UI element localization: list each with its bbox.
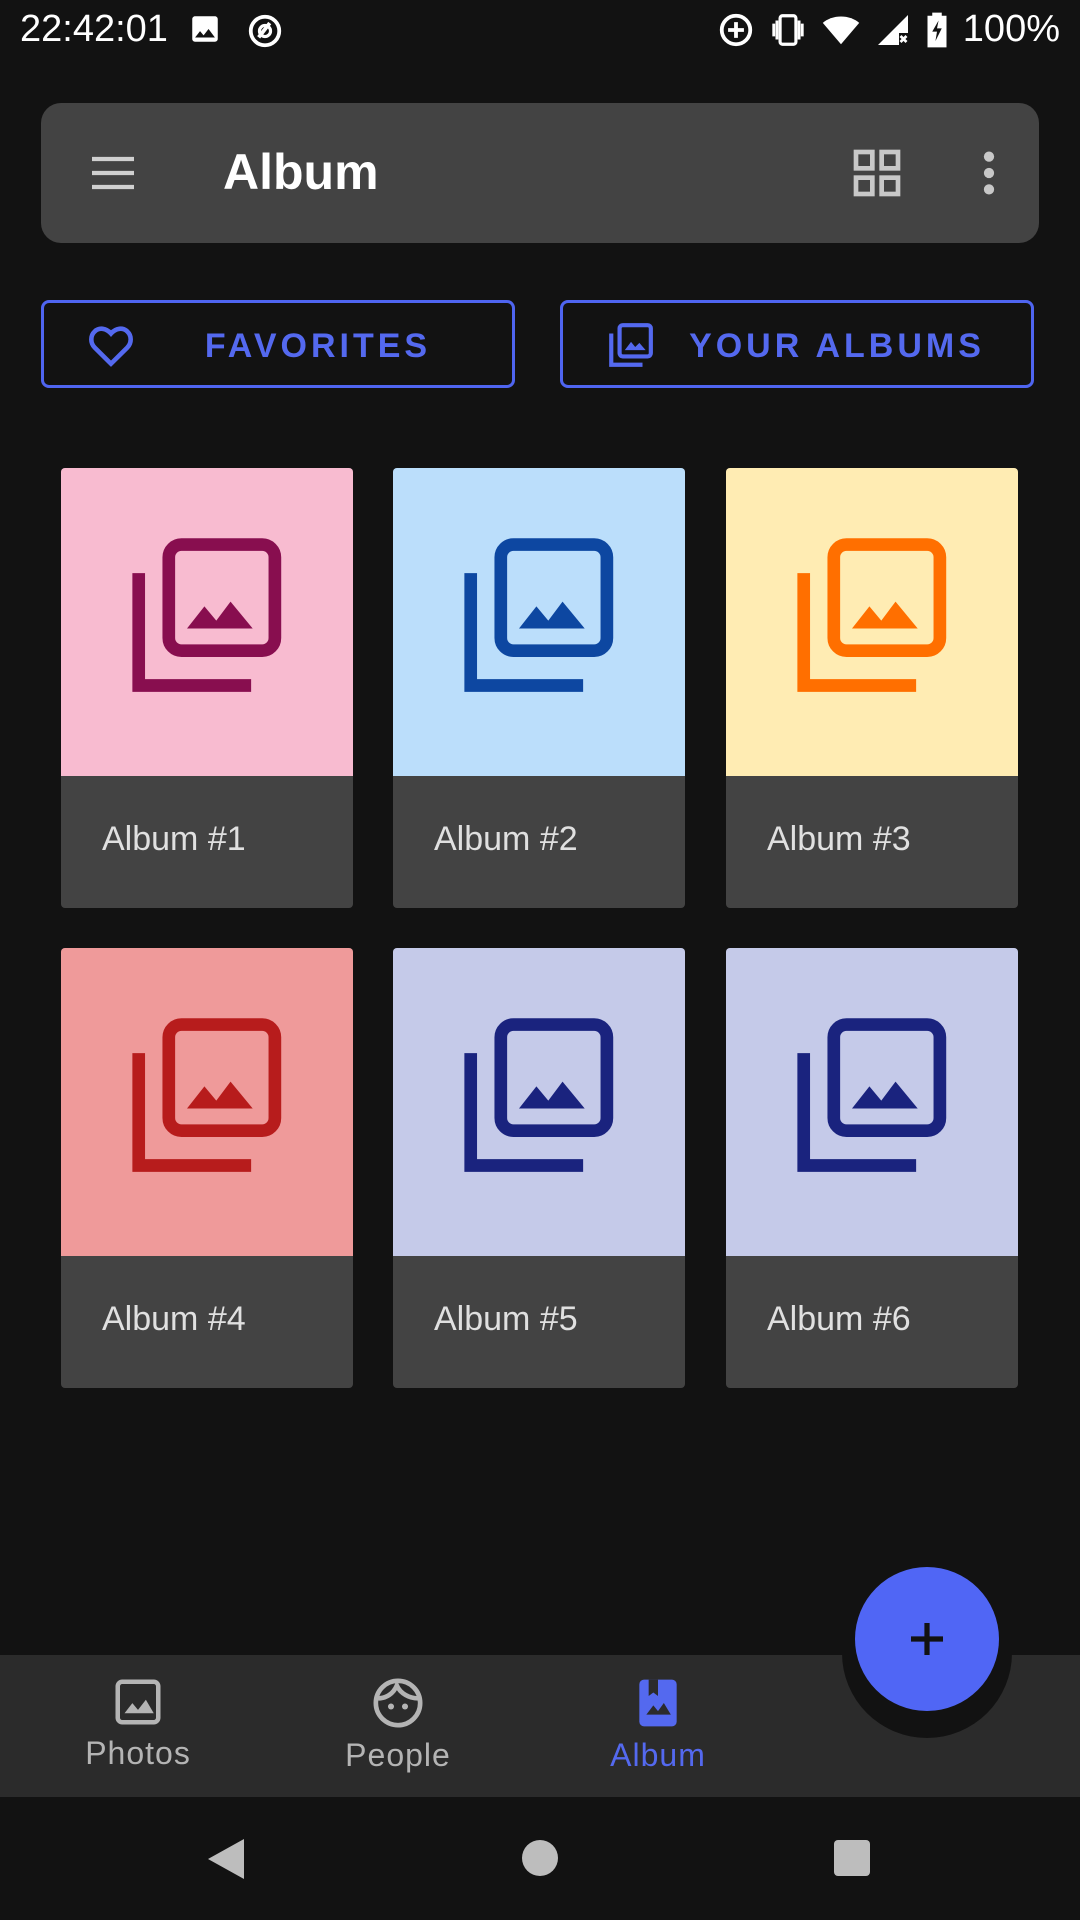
- add-album-fab[interactable]: [855, 1567, 999, 1711]
- status-bar: 22:42:01 100%: [0, 0, 1080, 62]
- photo-library-icon: [797, 538, 947, 692]
- your-albums-button[interactable]: YOUR ALBUMS: [560, 300, 1034, 388]
- nav-item-people[interactable]: People: [298, 1675, 498, 1774]
- menu-icon: [92, 156, 134, 190]
- grid-view-icon: [853, 149, 901, 197]
- vibrate-icon: [772, 13, 804, 46]
- image-icon: [115, 1679, 161, 1725]
- album-title: Album #5: [434, 1300, 578, 1338]
- album-card[interactable]: Album #5: [393, 948, 685, 1388]
- back-icon[interactable]: [204, 1835, 248, 1883]
- album-card[interactable]: Album #1: [61, 468, 353, 908]
- image-notification-icon: [192, 16, 218, 42]
- album-title: Album #6: [767, 1300, 911, 1338]
- album-cover: [393, 468, 685, 776]
- more-vert-icon: [983, 151, 995, 195]
- album-cover: [726, 948, 1018, 1256]
- top-app-bar: Album: [41, 103, 1039, 243]
- album-title: Album #2: [434, 820, 578, 858]
- album-title: Album #3: [767, 820, 911, 858]
- menu-button[interactable]: [85, 145, 141, 201]
- system-status-icons: 100%: [717, 8, 1060, 51]
- cellular-icon: [877, 14, 908, 45]
- nav-item-album[interactable]: Album: [558, 1675, 758, 1774]
- wifi-icon: [822, 16, 860, 44]
- album-cover: [726, 468, 1018, 776]
- favorites-label: FAVORITES: [204, 327, 432, 365]
- photo-library-icon: [464, 538, 614, 692]
- nav-label-photos: Photos: [85, 1735, 191, 1771]
- nav-item-photos[interactable]: Photos: [38, 1675, 238, 1772]
- grid-view-button[interactable]: [849, 145, 905, 201]
- add-icon: [911, 1623, 943, 1655]
- album-card[interactable]: Album #4: [61, 948, 353, 1388]
- favorites-button[interactable]: FAVORITES: [41, 300, 515, 388]
- photo-album-icon: [639, 1679, 677, 1727]
- album-title: Album #1: [102, 820, 246, 858]
- album-card[interactable]: Album #2: [393, 468, 685, 908]
- photo-library-icon: [797, 1018, 947, 1172]
- nav-label-people: People: [345, 1737, 451, 1773]
- album-title: Album #4: [102, 1300, 246, 1338]
- status-time: 22:42:01: [20, 8, 168, 50]
- more-options-button[interactable]: [969, 145, 1009, 201]
- photo-library-icon: [132, 538, 282, 692]
- notification-icons: [188, 12, 284, 50]
- album-cover: [61, 468, 353, 776]
- album-card[interactable]: Album #3: [726, 468, 1018, 908]
- system-navigation-bar: [0, 1797, 1080, 1920]
- face-icon: [373, 1678, 423, 1728]
- album-card[interactable]: Album #6: [726, 948, 1018, 1388]
- page-title: Album: [223, 144, 379, 200]
- data-saver-icon: [719, 13, 752, 46]
- home-icon[interactable]: [520, 1838, 560, 1878]
- photo-library-icon: [464, 1018, 614, 1172]
- battery-percentage: 100%: [962, 8, 1060, 50]
- recents-icon[interactable]: [832, 1838, 872, 1878]
- photo-library-icon: [132, 1018, 282, 1172]
- your-albums-label: YOUR ALBUMS: [689, 327, 985, 365]
- sync-notification-icon: [248, 14, 282, 48]
- album-cover: [61, 948, 353, 1256]
- album-cover: [393, 948, 685, 1256]
- battery-charging-icon: [927, 12, 947, 47]
- nav-label-album: Album: [610, 1737, 706, 1773]
